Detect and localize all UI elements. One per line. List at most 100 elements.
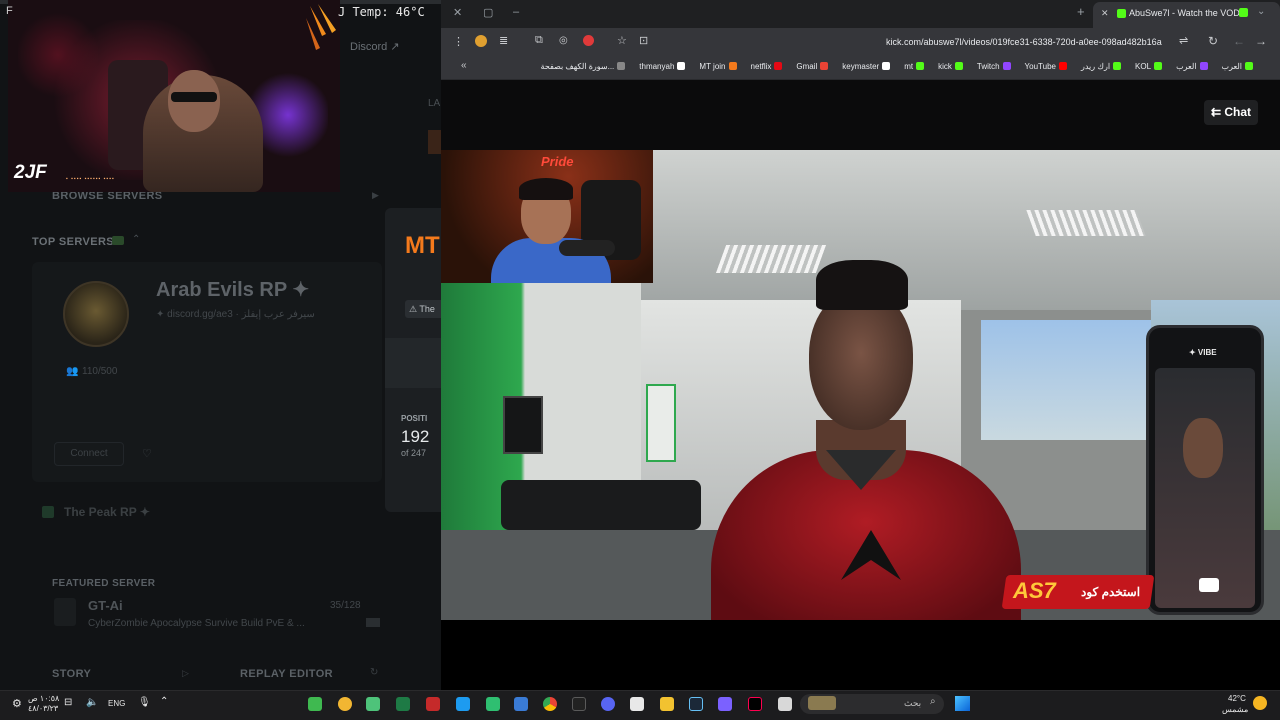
character-hair [816, 260, 908, 310]
weather-desc[interactable]: مشمس [1222, 705, 1248, 714]
reading-list-icon[interactable]: ≣ [499, 34, 508, 47]
top-servers-label: TOP SERVERS [32, 236, 115, 248]
address-bar[interactable]: kick.com/abuswe7l/videos/019fce31-6338-7… [886, 37, 1162, 47]
bookmark-item[interactable]: KOL [1135, 62, 1163, 71]
bookmark-item[interactable]: YouTube [1025, 62, 1067, 71]
discord-link[interactable]: Discord ↗ [350, 40, 400, 53]
file-explorer-icon[interactable] [660, 697, 674, 711]
featured-players: 35/128 [330, 600, 361, 611]
vod-video-player[interactable]: Pride ✦ VIBE AS7 استخدم كود [441, 150, 1280, 620]
maximize-icon[interactable]: ▢ [483, 6, 493, 19]
site-settings-icon[interactable]: ⇌ [1179, 34, 1188, 47]
back-icon[interactable]: → [1255, 34, 1267, 48]
cpu-temp-readout: J Temp: 46°C [338, 5, 425, 19]
tab-replay-editor[interactable]: REPLAY EDITOR [240, 668, 333, 680]
queue-position-label: POSITI [401, 414, 428, 423]
bookmark-item[interactable]: MT join [699, 62, 737, 71]
excel-icon[interactable] [396, 697, 410, 711]
bookmark-label: thmanyah [639, 62, 675, 71]
tab-story[interactable]: STORY [52, 668, 91, 680]
weather-temp[interactable]: 42°C [1228, 694, 1246, 703]
bookmark-item[interactable]: Twitch [977, 62, 1011, 71]
tray-overflow-icon[interactable]: ⌃ [160, 696, 168, 707]
phone-selfie [1183, 418, 1223, 478]
queue-dialog-band [385, 338, 441, 388]
streamer-glasses [171, 92, 217, 102]
forward-icon[interactable]: ← [1233, 34, 1245, 48]
store-icon[interactable] [630, 697, 644, 711]
extension-red-icon[interactable] [583, 35, 594, 46]
chat-toggle-button[interactable]: ⇇ Chat [1204, 100, 1258, 125]
peak-server-name[interactable]: The Peak RP ✦ [64, 505, 150, 519]
bookmark-item[interactable]: العرب [1176, 62, 1208, 71]
bookmark-item[interactable]: ارك ريدر [1081, 62, 1122, 71]
notification-icon[interactable]: ⊟ [64, 697, 72, 708]
reload-icon[interactable]: ↻ [1208, 34, 1218, 48]
kick-favicon-icon [1117, 9, 1126, 18]
play-icon[interactable]: ▷ [182, 668, 189, 679]
refresh-icon[interactable]: ↻ [370, 667, 378, 678]
cast-icon[interactable]: ⊡ [639, 34, 648, 47]
profile-avatar[interactable] [475, 35, 487, 47]
emoji-app-icon[interactable] [338, 697, 352, 711]
game-launcher-icon[interactable] [572, 697, 586, 711]
windows-start-icon[interactable] [955, 696, 970, 711]
bookmark-item[interactable]: Gmail [796, 62, 829, 71]
streamer-hair [519, 178, 573, 200]
bookmark-item[interactable]: العرب [1222, 62, 1253, 71]
copilot-icon[interactable] [718, 697, 732, 711]
photos-icon[interactable] [514, 697, 528, 711]
play-app-icon[interactable] [308, 697, 322, 711]
language-indicator[interactable]: ENG [108, 699, 125, 708]
bookmark-item[interactable]: keymaster [842, 62, 891, 71]
wall-poster [646, 384, 676, 462]
extensions-icon[interactable]: ⧉ [535, 34, 543, 47]
mt-logo: MT [405, 232, 440, 259]
bookmark-item[interactable]: سورة الكهف بصفحة... [541, 62, 626, 71]
bookmark-label: العرب [1221, 62, 1242, 71]
pen-app-icon[interactable] [366, 697, 380, 711]
steam-icon[interactable] [689, 697, 703, 711]
neon-sign: Pride [541, 154, 574, 169]
bookmark-item[interactable]: mt [904, 62, 925, 71]
play-icon[interactable]: ▶ [372, 190, 379, 201]
featured-server[interactable]: FEATURED SERVER GT-Ai CyberZombie Apocal… [40, 560, 390, 640]
close-icon[interactable]: ✕ [453, 6, 462, 19]
microphone-icon[interactable]: 🎙 [138, 697, 151, 708]
tab-close-icon[interactable]: ✕ [1101, 8, 1109, 19]
rockstar-icon[interactable] [426, 697, 440, 711]
chevron-up-icon[interactable]: ⌃ [132, 234, 140, 245]
flag-icon [366, 618, 380, 627]
bookmark-favicon-icon [1002, 62, 1011, 70]
cam-logo: 2JF [14, 162, 47, 183]
volume-icon[interactable]: 🔈 [86, 697, 98, 708]
obs-icon[interactable] [486, 697, 500, 711]
network-icon[interactable]: ⚙ [12, 697, 22, 710]
bookmark-favicon-icon [728, 62, 737, 70]
game-controller-icon[interactable]: ◎ [559, 35, 568, 46]
clock-time[interactable]: ١٠:٥٨ ص [28, 694, 59, 703]
queue-position-value: 192 [401, 427, 430, 446]
bookmarks-overflow-icon[interactable]: « [461, 60, 467, 71]
menu-dots-icon[interactable]: ⋮ [453, 35, 464, 48]
bookmark-label: keymaster [842, 62, 880, 71]
sun-icon [1253, 696, 1267, 710]
tab-search-icon[interactable]: ⌄ [1257, 6, 1265, 17]
connect-button[interactable]: Connect [54, 442, 124, 466]
window-icon[interactable] [778, 697, 792, 711]
new-tab-icon[interactable]: + [1077, 4, 1085, 19]
favorite-heart-icon[interactable]: ♡ [142, 447, 152, 460]
chrome-icon[interactable] [543, 697, 557, 711]
server-name: Arab Evils RP ✦ [156, 279, 310, 301]
character-head [809, 290, 913, 430]
clock-date[interactable]: ٤٨/٠٣/٢٣ [28, 704, 58, 713]
bookmark-item[interactable]: thmanyah [639, 62, 686, 71]
bookmark-star-icon[interactable]: ☆ [617, 34, 627, 47]
discord-icon[interactable] [601, 697, 615, 711]
minimize-icon[interactable]: – [513, 6, 519, 18]
bookmark-item[interactable]: netflix [751, 62, 783, 71]
twitter-icon[interactable] [456, 697, 470, 711]
tiktok-icon[interactable] [748, 697, 762, 711]
bookmark-item[interactable]: kick [938, 62, 963, 71]
search-icon: ⌕ [930, 696, 936, 707]
